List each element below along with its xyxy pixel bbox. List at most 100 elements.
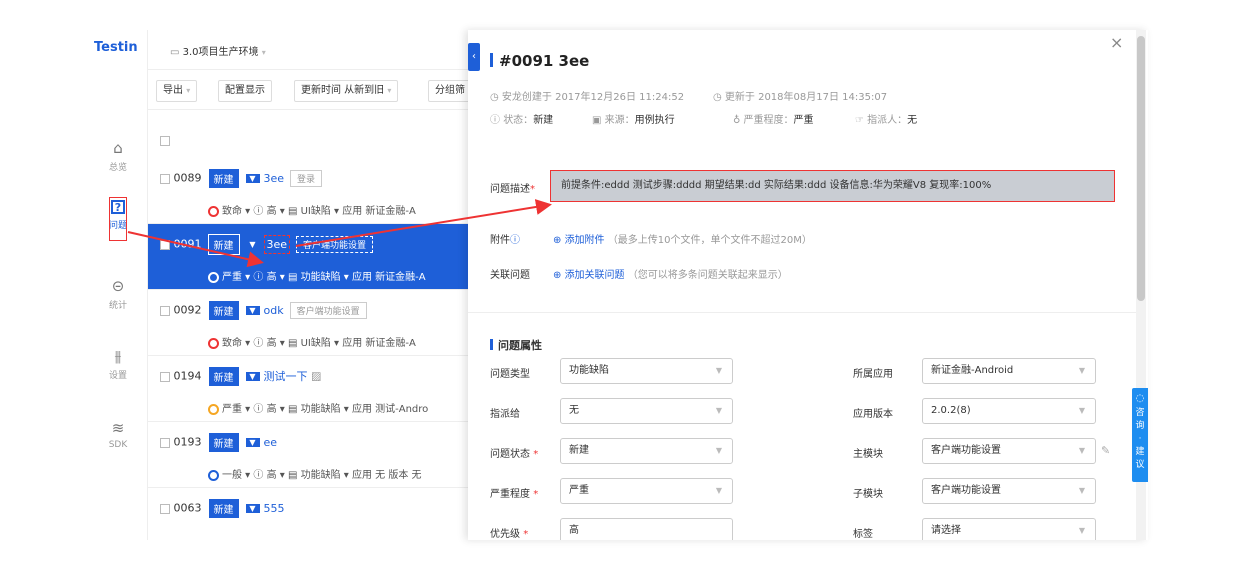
chevron-down-icon: ▼ bbox=[715, 486, 722, 495]
collapse-panel-button[interactable]: ‹ bbox=[468, 43, 480, 71]
nav-item-stats[interactable]: ⊝ 统计 bbox=[88, 278, 148, 311]
severity-label[interactable]: 致命 bbox=[222, 206, 242, 217]
project-name: 3.0项目生产环境 bbox=[182, 47, 259, 58]
app-label: 应用 新证金融-A bbox=[342, 206, 416, 217]
app-logo[interactable]: Testin bbox=[94, 40, 138, 55]
issue-id: 0193 bbox=[173, 435, 202, 449]
status-badge[interactable]: 新建 bbox=[207, 300, 240, 321]
priority-label[interactable]: 高 bbox=[267, 470, 277, 481]
issue-type-select[interactable]: 功能缺陷 ▼ bbox=[560, 358, 733, 384]
chevron-down-icon: ▼ bbox=[1078, 526, 1085, 535]
type-label[interactable]: 功能缺陷 bbox=[301, 404, 341, 415]
properties-title: 问题属性 bbox=[498, 339, 542, 352]
chevron-down-icon: ▾ bbox=[186, 86, 191, 95]
issue-row[interactable]: 0193 新建 ▼ ee 一般 ▾ ⓘ 高 ▾ ▤ 功能缺陷 ▾ 应用 无 版本 无 bbox=[148, 422, 468, 488]
issue-row[interactable]: 0063 新建 ▼ 555 bbox=[148, 488, 468, 540]
status-badge[interactable]: 新建 bbox=[207, 498, 240, 519]
description-field[interactable]: 前提条件:eddd 测试步骤:dddd 期望结果:dd 实际结果:ddd 设备信… bbox=[550, 170, 1115, 202]
row-checkbox[interactable] bbox=[160, 305, 170, 316]
status-dropdown-icon[interactable]: ▼ bbox=[245, 240, 260, 249]
main-module-select[interactable]: 客户端功能设置 ▼ bbox=[922, 438, 1096, 464]
chat-icon: ◌ bbox=[1135, 393, 1145, 404]
type-label[interactable]: 功能缺陷 bbox=[301, 272, 341, 283]
status-badge[interactable]: 新建 bbox=[207, 432, 240, 453]
assignee-select[interactable]: 无 ▼ bbox=[560, 398, 733, 424]
add-related-link[interactable]: ⊕ 添加关联问题 bbox=[553, 270, 625, 281]
issue-row[interactable]: 0089 新建 ▼ 3ee 登录 致命 ▾ ⓘ 高 ▾ ▤ UI缺陷 ▾ 应用 新证金融… bbox=[148, 158, 468, 224]
created-text: 安龙创建于 2017年12月26日 11:24:52 bbox=[501, 92, 685, 103]
issue-status-select[interactable]: 新建 ▼ bbox=[560, 438, 733, 464]
issue-title[interactable]: ee bbox=[264, 436, 278, 449]
issue-row[interactable]: 0092 新建 ▼ odk 客户端功能设置 致命 ▾ ⓘ 高 ▾ ▤ UI缺陷 ▾ 应用… bbox=[148, 290, 468, 356]
app-label: 应用 新证金融-A bbox=[342, 338, 416, 349]
sort-dropdown[interactable]: 更新时间 从新到旧 ▾ bbox=[294, 80, 399, 102]
row-checkbox[interactable] bbox=[160, 239, 170, 250]
status-dropdown-icon[interactable]: ▼ bbox=[245, 306, 260, 315]
divider bbox=[468, 312, 1136, 313]
tag-select[interactable]: 请选择 ▼ bbox=[922, 518, 1096, 540]
chevron-down-icon: ▼ bbox=[715, 366, 722, 375]
type-label[interactable]: UI缺陷 bbox=[301, 206, 331, 217]
consult-suggest-button[interactable]: ◌ 咨询·建议 bbox=[1132, 388, 1148, 482]
edit-icon[interactable]: ✎ bbox=[1101, 444, 1110, 457]
severity-select[interactable]: 严重 ▼ bbox=[560, 478, 733, 504]
row-checkbox[interactable] bbox=[160, 437, 170, 448]
row-checkbox[interactable] bbox=[160, 371, 170, 382]
severity-label[interactable]: 致命 bbox=[222, 338, 242, 349]
nav-item-overview[interactable]: ⌂ 总览 bbox=[88, 140, 148, 173]
row-checkbox[interactable] bbox=[160, 503, 170, 514]
select-all-checkbox[interactable] bbox=[160, 134, 170, 147]
status-badge[interactable]: 新建 bbox=[207, 234, 240, 255]
sub-module-select[interactable]: 客户端功能设置 ▼ bbox=[922, 478, 1096, 504]
severity-label[interactable]: 严重 bbox=[222, 404, 242, 415]
chevron-down-icon: ▼ bbox=[1078, 366, 1085, 375]
app-version-select[interactable]: 2.0.2(8) ▼ bbox=[922, 398, 1096, 424]
issue-row[interactable]: 0194 新建 ▼ 测试一下 ▨ 严重 ▾ ⓘ 高 ▾ ▤ 功能缺陷 ▾ 应用 测试-… bbox=[148, 356, 468, 422]
priority-select[interactable]: 高 bbox=[560, 518, 733, 540]
config-display-button[interactable]: 配置显示 bbox=[218, 80, 272, 102]
status-dropdown-icon[interactable]: ▼ bbox=[245, 372, 260, 381]
project-bar: ▭ 3.0项目生产环境 ▾ bbox=[148, 30, 468, 70]
add-attachment-link[interactable]: ⊕ 添加附件 bbox=[553, 235, 605, 246]
type-label[interactable]: UI缺陷 bbox=[301, 338, 331, 349]
priority-label[interactable]: 高 bbox=[267, 404, 277, 415]
issue-title[interactable]: 3ee bbox=[263, 234, 291, 254]
scrollbar-thumb[interactable] bbox=[1137, 36, 1145, 301]
type-label[interactable]: 功能缺陷 bbox=[301, 470, 341, 481]
priority-label[interactable]: 高 bbox=[267, 272, 277, 283]
priority-label[interactable]: 高 bbox=[267, 338, 277, 349]
issue-id: 0063 bbox=[173, 501, 202, 515]
nav-item-sdk[interactable]: ≋ SDK bbox=[88, 420, 148, 450]
issue-title[interactable]: odk bbox=[264, 304, 284, 317]
status-badge[interactable]: 新建 bbox=[207, 366, 240, 387]
select-value: 新建 bbox=[569, 445, 589, 456]
prop-label: 优先级 * bbox=[490, 529, 529, 540]
issue-title[interactable]: 3ee bbox=[264, 172, 285, 185]
prop-label: 子模块 bbox=[853, 489, 883, 500]
status-badge[interactable]: 新建 bbox=[207, 168, 240, 189]
nav-item-settings[interactable]: ⫵ 设置 bbox=[88, 348, 148, 381]
status-dropdown-icon[interactable]: ▼ bbox=[245, 174, 260, 183]
app-select[interactable]: 新证金融-Android ▼ bbox=[922, 358, 1096, 384]
row-checkbox[interactable] bbox=[160, 173, 170, 184]
severity-label[interactable]: 一般 bbox=[222, 470, 242, 481]
assignee-key: 指派人： bbox=[867, 115, 908, 126]
status-dropdown-icon[interactable]: ▼ bbox=[245, 504, 260, 513]
list-toolbar: 导出 ▾ 配置显示 更新时间 从新到旧 ▾ 分组筛 bbox=[148, 70, 468, 110]
issue-row-selected[interactable]: 0091 新建 ▼ 3ee 客户端功能设置 严重 ▾ ⓘ 高 ▾ ▤ 功能缺陷 ▾ 应用… bbox=[148, 224, 468, 290]
issue-title[interactable]: 555 bbox=[264, 502, 285, 515]
group-button[interactable]: 分组筛 bbox=[428, 80, 468, 102]
status-dropdown-icon[interactable]: ▼ bbox=[245, 438, 260, 447]
related-label: 关联问题 bbox=[490, 270, 530, 281]
priority-label[interactable]: 高 bbox=[267, 206, 277, 217]
prop-label: 应用版本 bbox=[853, 409, 893, 420]
help-icon[interactable]: ⓘ bbox=[510, 235, 520, 246]
issue-title[interactable]: 测试一下 bbox=[264, 370, 308, 383]
select-value: 严重 bbox=[569, 485, 589, 496]
properties-heading: 问题属性 bbox=[490, 337, 542, 353]
close-icon[interactable]: × bbox=[1110, 33, 1123, 52]
project-selector[interactable]: ▭ 3.0项目生产环境 ▾ bbox=[170, 43, 266, 58]
export-button[interactable]: 导出 ▾ bbox=[156, 80, 198, 102]
severity-label[interactable]: 严重 bbox=[222, 272, 242, 283]
chevron-down-icon: ▼ bbox=[715, 446, 722, 455]
